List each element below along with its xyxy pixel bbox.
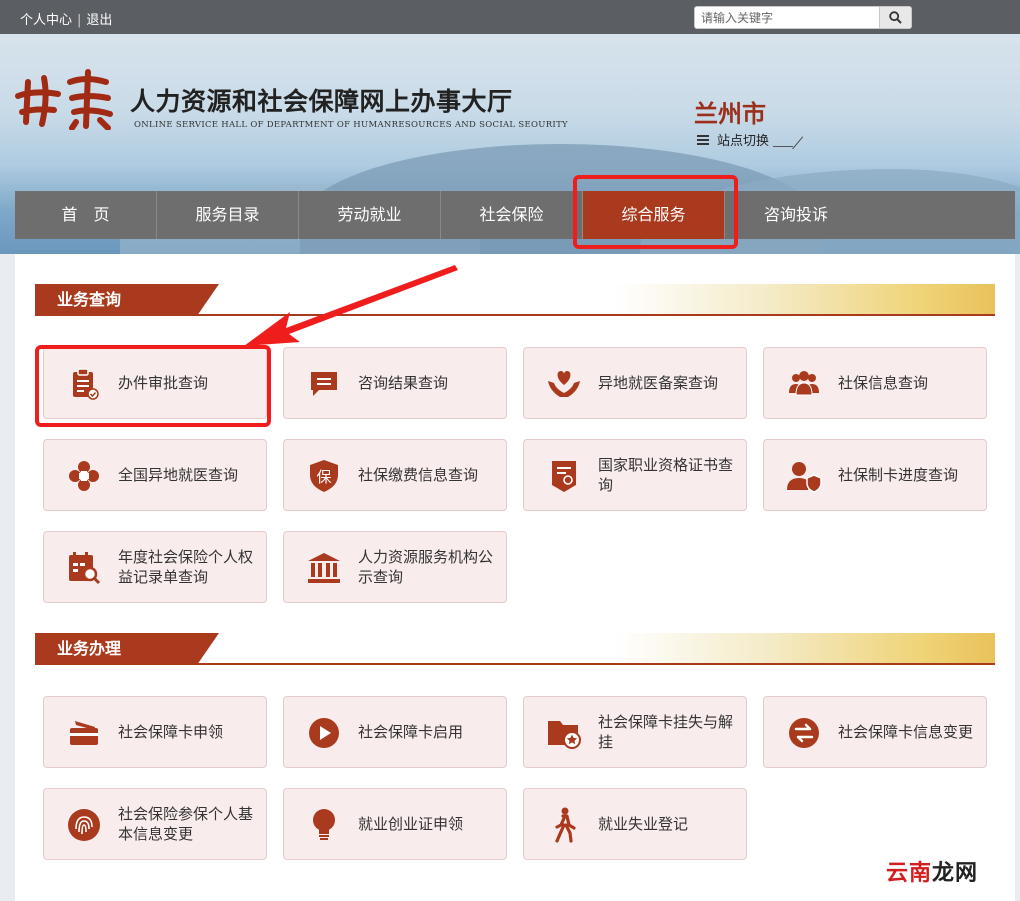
city-name: 兰州市	[694, 100, 766, 128]
card-label: 社会保障卡信息变更	[838, 723, 974, 741]
card-label: 咨询结果查询	[358, 374, 449, 392]
people-group-icon	[786, 366, 822, 402]
shield-bao-icon: 保	[306, 458, 342, 494]
svg-text:保: 保	[316, 468, 331, 486]
watermark-logo: 云南龙网	[886, 855, 978, 887]
slash-decoration	[773, 133, 794, 147]
medical-cross-icon	[66, 458, 102, 494]
card-insured-info-change[interactable]: 社会保险参保个人基本信息变更	[43, 788, 267, 860]
card-ss-card-apply[interactable]: 社会保障卡申领	[43, 696, 267, 768]
user-center-link[interactable]: 个人中心	[20, 13, 72, 28]
card-annotation-box	[35, 345, 271, 427]
watermark-part2: 龙网	[932, 861, 979, 886]
card-label: 社保制卡进度查询	[838, 466, 959, 484]
certificate-icon	[546, 458, 582, 494]
card-consult-result-query[interactable]: 咨询结果查询	[283, 347, 507, 419]
nav-employment[interactable]: 劳动就业	[299, 191, 441, 239]
card-card-progress-query[interactable]: 社保制卡进度查询	[763, 439, 987, 511]
card-national-remote-medical-query[interactable]: 全国异地就医查询	[43, 439, 267, 511]
search-input[interactable]	[701, 9, 871, 26]
user-links: 个人中心 | 退出	[20, 9, 112, 28]
card-label: 社会保险参保个人基本信息变更	[118, 805, 254, 843]
card-ss-card-loss-report[interactable]: 社会保障卡挂失与解挂	[523, 696, 747, 768]
folder-star-icon	[546, 715, 582, 751]
card-icon	[66, 715, 102, 751]
card-employment-cert-apply[interactable]: 就业创业证申领	[283, 788, 507, 860]
section-header-handling: 业务办理	[35, 633, 995, 665]
main-nav: 首 页 服务目录 劳动就业 社会保险 综合服务 咨询投诉	[15, 191, 1015, 239]
card-label: 就业创业证申领	[358, 815, 464, 833]
watermark-part1: 云南	[886, 861, 933, 886]
menu-icon	[697, 133, 709, 147]
search-box	[694, 6, 912, 29]
site-switch-button[interactable]: 站点切换	[697, 130, 794, 149]
walking-person-icon	[546, 807, 582, 843]
link-separator: |	[77, 13, 82, 28]
card-hr-agency-publicity-query[interactable]: 人力资源服务机构公示查询	[283, 531, 507, 603]
nav-consult-complaint[interactable]: 咨询投诉	[725, 191, 867, 239]
card-label: 人力资源服务机构公示查询	[358, 548, 494, 586]
institution-icon	[306, 550, 342, 586]
section-title-query: 业务查询	[35, 284, 219, 316]
card-label: 国家职业资格证书查询	[598, 456, 734, 494]
chat-bubble-icon	[306, 366, 342, 402]
user-shield-icon	[786, 458, 822, 494]
site-title: 人力资源和社会保障网上办事大厅	[130, 87, 513, 116]
play-circle-icon	[306, 715, 342, 751]
fingerprint-icon	[66, 807, 102, 843]
section-decoration	[615, 633, 995, 665]
section-header-query: 业务查询	[35, 284, 995, 316]
calendar-search-icon	[66, 550, 102, 586]
card-social-security-info-query[interactable]: 社保信息查询	[763, 347, 987, 419]
card-payment-info-query[interactable]: 保 社保缴费信息查询	[283, 439, 507, 511]
card-remote-medical-filing-query[interactable]: 异地就医备案查询	[523, 347, 747, 419]
nav-home[interactable]: 首 页	[15, 191, 157, 239]
card-label: 社会保障卡申领	[118, 723, 224, 741]
section-decoration	[615, 284, 995, 316]
nav-social-insurance[interactable]: 社会保险	[441, 191, 583, 239]
hands-heart-icon	[546, 366, 582, 402]
card-label: 全国异地就医查询	[118, 466, 239, 484]
card-label: 就业失业登记	[598, 815, 689, 833]
section-title-handling: 业务办理	[35, 633, 219, 665]
logout-link[interactable]: 退出	[86, 13, 112, 28]
card-label: 异地就医备案查询	[598, 374, 719, 392]
card-label: 社会保障卡挂失与解挂	[598, 713, 734, 751]
search-icon	[889, 11, 902, 24]
site-switch-label: 站点切换	[717, 134, 770, 149]
gansu-calligraphy-logo	[15, 69, 113, 130]
card-label: 社保信息查询	[838, 374, 929, 392]
card-ss-card-info-change[interactable]: 社会保障卡信息变更	[763, 696, 987, 768]
card-vocational-certificate-query[interactable]: 国家职业资格证书查询	[523, 439, 747, 511]
card-label: 年度社会保险个人权益记录单查询	[118, 548, 254, 586]
lightbulb-icon	[306, 807, 342, 843]
card-annual-rights-record-query[interactable]: 年度社会保险个人权益记录单查询	[43, 531, 267, 603]
top-bar: 个人中心 | 退出	[0, 0, 1020, 34]
search-button[interactable]	[879, 7, 911, 28]
exchange-icon	[786, 715, 822, 751]
nav-annotation-box	[573, 175, 738, 249]
site-subtitle: ONLINE SERVICE HALL OF DEPARTMENT OF HUM…	[134, 120, 568, 130]
card-unemployment-registration[interactable]: 就业失业登记	[523, 788, 747, 860]
card-label: 社会保障卡启用	[358, 723, 464, 741]
card-label: 社保缴费信息查询	[358, 466, 479, 484]
nav-service-catalog[interactable]: 服务目录	[157, 191, 299, 239]
card-ss-card-activate[interactable]: 社会保障卡启用	[283, 696, 507, 768]
